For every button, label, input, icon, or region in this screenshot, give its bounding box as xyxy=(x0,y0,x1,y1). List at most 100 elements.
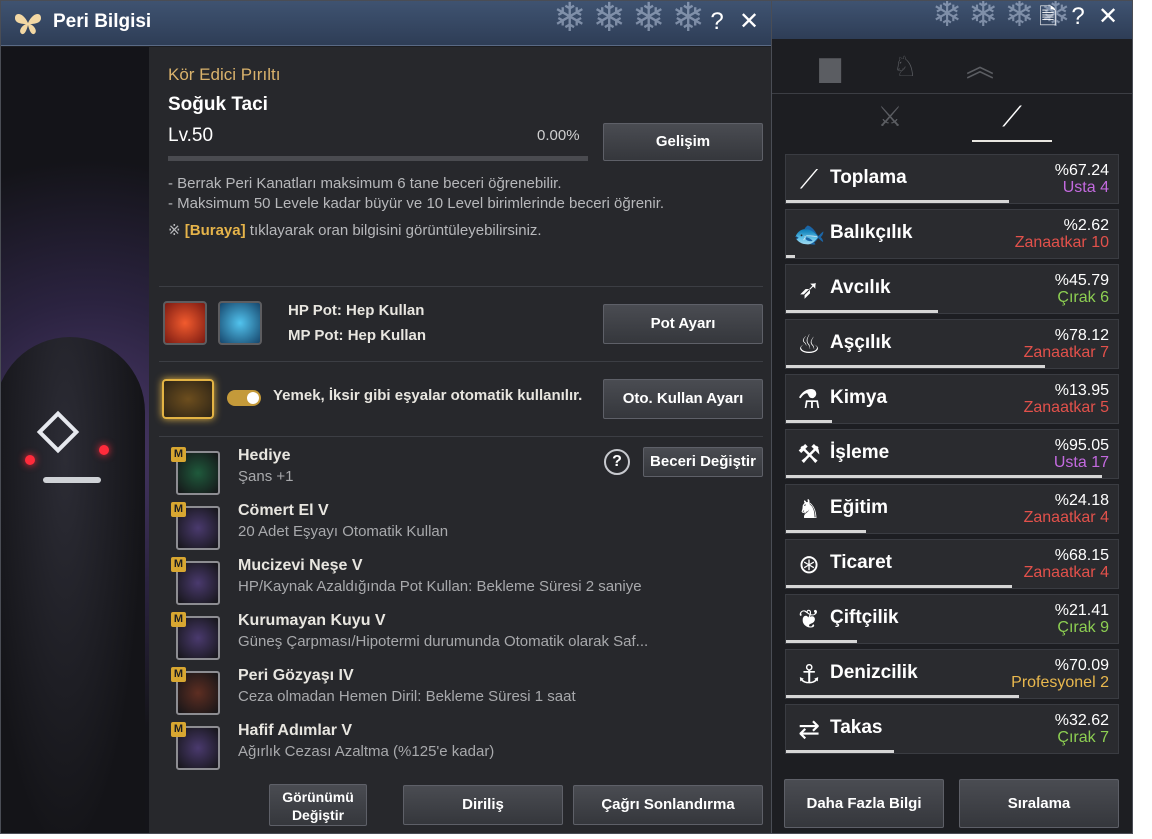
info-line: - Berrak Peri Kanatları maksimum 6 tane … xyxy=(168,175,562,192)
skill-name: Peri Gözyaşı IV xyxy=(238,667,354,684)
life-skill-row[interactable]: ❦ Çiftçilik %21.41 Çırak 9 xyxy=(785,594,1119,644)
life-skill-percent: %24.18 xyxy=(1054,492,1109,509)
rank-level: 7 xyxy=(1100,729,1109,746)
divider xyxy=(159,436,763,437)
end-summon-button[interactable]: Çağrı Sonlandırma xyxy=(573,785,763,825)
life-skill-row[interactable]: 🐟 Balıkçılık %2.62 Zanaatkar 10 xyxy=(785,209,1119,259)
skill-description: 20 Adet Eşyayı Otomatik Kullan xyxy=(238,523,449,540)
combat-tab-icon[interactable]: ♘ xyxy=(885,49,925,85)
skill-item[interactable]: M Mucizevi Neşe V HP/Kaynak Azaldığında Po… xyxy=(171,557,731,607)
life-skill-rank: Zanaatkar 10 xyxy=(1015,234,1109,252)
anchor-icon: ⚓ xyxy=(797,659,821,689)
life-skill-rank: Çırak 6 xyxy=(1057,289,1109,307)
skill-item[interactable]: M Hafif Adımlar V Ağırlık Cezası Azaltma (… xyxy=(171,722,731,772)
change-appearance-button[interactable]: Görünümü Değiştir xyxy=(269,784,367,826)
life-skill-row[interactable]: ⚒ İşleme %95.05 Usta 17 xyxy=(785,429,1119,479)
window-title: Peri Bilgisi xyxy=(53,11,152,32)
eye-icon xyxy=(25,455,35,465)
skill-description: Şans +1 xyxy=(238,468,294,485)
life-skill-percent: %45.79 xyxy=(1054,272,1109,289)
eye-icon xyxy=(99,445,109,455)
hp-potion-icon[interactable] xyxy=(163,301,207,345)
skill-name: Hafif Adımlar V xyxy=(238,722,353,739)
skill-description: Güneş Çarpması/Hipotermi durumunda Otoma… xyxy=(238,633,649,650)
close-button[interactable]: ✕ xyxy=(1094,3,1122,31)
life-skill-progress-bar xyxy=(786,310,939,313)
help-button[interactable]: ? xyxy=(1064,3,1092,31)
info-line: - Maksimum 50 Levele kadar büyür ve 10 L… xyxy=(168,195,665,212)
skill-item[interactable]: M Cömert El V 20 Adet Eşyayı Otomatik Kull… xyxy=(171,502,731,552)
life-skill-row[interactable]: ♞ Eğitim %24.18 Zanaatkar 4 xyxy=(785,484,1119,534)
auto-use-toggle[interactable] xyxy=(227,390,261,406)
fairy-progress-text: 0.00% xyxy=(537,127,580,144)
rank-level: 2 xyxy=(1100,674,1109,691)
skill-name: Cömert El V xyxy=(238,502,329,519)
rank-title: Usta xyxy=(1053,454,1087,471)
life-skill-progress-bar xyxy=(786,420,833,423)
change-appearance-label: Görünümü xyxy=(282,789,354,805)
life-skill-name: Kimya xyxy=(830,387,888,408)
skill-item[interactable]: M Hediye Şans +1 xyxy=(171,447,731,497)
life-skill-row[interactable]: ⚓ Denizcilik %70.09 Profesyonel 2 xyxy=(785,649,1119,699)
life-skill-row[interactable]: ♨ Aşçılık %78.12 Zanaatkar 7 xyxy=(785,319,1119,369)
skill-name: Kurumayan Kuyu V xyxy=(238,612,386,629)
life-skills-tab-icon[interactable]: ⟋ xyxy=(992,99,1032,135)
life-skill-name: Balıkçılık xyxy=(830,222,913,243)
life-skill-progress-bar xyxy=(786,750,895,753)
divider xyxy=(159,286,763,287)
fairy-name: Soğuk Taci xyxy=(168,94,268,115)
change-appearance-label: Değiştir xyxy=(291,807,345,823)
rank-level: 5 xyxy=(1100,399,1109,416)
rank-tab-icon[interactable]: ︽ xyxy=(960,49,1000,85)
rate-info-link[interactable]: [Buraya] xyxy=(185,222,246,239)
life-skill-percent: %13.95 xyxy=(1054,382,1109,399)
ranking-button[interactable]: Sıralama xyxy=(959,779,1119,828)
mp-potion-icon[interactable] xyxy=(218,301,262,345)
fairy-details-panel: Kör Edici Pırıltı Soğuk Taci Lv.50 0.00%… xyxy=(149,47,771,833)
title-bar[interactable]: ❄❄❄❄ 🗎 ? ✕ xyxy=(772,1,1132,39)
document-icon[interactable]: 🗎 xyxy=(1034,3,1062,31)
life-skill-progress-bar xyxy=(786,530,867,533)
rank-level: 4 xyxy=(1100,179,1109,196)
grow-button[interactable]: Gelişim xyxy=(603,123,763,161)
exchange-icon: ⇄ xyxy=(798,714,820,744)
potion-settings-button[interactable]: Pot Ayarı xyxy=(603,304,763,344)
combat-skills-tab-icon[interactable]: ⚔ xyxy=(870,99,910,135)
rank-title: Zanaatkar xyxy=(1023,344,1096,361)
more-info-button[interactable]: Daha Fazla Bilgi xyxy=(784,779,944,828)
help-button[interactable]: ? xyxy=(703,8,731,36)
note-text: tıklayarak oran bilgisini görüntüleyebil… xyxy=(249,222,542,239)
life-skill-row[interactable]: ➶ Avcılık %45.79 Çırak 6 xyxy=(785,264,1119,314)
skill-item[interactable]: M Kurumayan Kuyu V Güneş Çarpması/Hipoterm… xyxy=(171,612,731,662)
life-skill-rank: Profesyonel 2 xyxy=(1011,674,1109,692)
close-button[interactable]: ✕ xyxy=(735,8,763,36)
fairy-portrait xyxy=(1,47,149,833)
life-skill-row[interactable]: ⇄ Takas %32.62 Çırak 7 xyxy=(785,704,1119,754)
life-skill-row[interactable]: ⊛ Ticaret %68.15 Zanaatkar 4 xyxy=(785,539,1119,589)
life-skill-rank: Zanaatkar 4 xyxy=(1024,564,1109,582)
fairy-info-window: ❄❄❄❄ Peri Bilgisi ? ✕ Kör Edici Pırıltı … xyxy=(0,0,772,834)
auto-use-settings-button[interactable]: Oto. Kullan Ayarı xyxy=(603,379,763,419)
skill-item[interactable]: M Peri Gözyaşı IV Ceza olmadan Hemen Diril… xyxy=(171,667,731,717)
stats-tab-icon[interactable]: ▆ xyxy=(810,49,850,85)
life-skill-rank: Çırak 9 xyxy=(1057,619,1109,637)
divider xyxy=(159,361,763,362)
life-skill-row[interactable]: ⟋ Toplama %67.24 Usta 4 xyxy=(785,154,1119,204)
life-skill-name: Eğitim xyxy=(830,497,889,518)
auto-use-icon xyxy=(162,379,214,419)
life-skill-percent: %95.05 xyxy=(1054,437,1109,454)
title-bar[interactable]: ❄❄❄❄ Peri Bilgisi ? ✕ xyxy=(1,1,771,46)
snowflake-decoration: ❄❄❄❄ xyxy=(552,0,711,40)
rank-title: Zanaatkar xyxy=(1023,399,1096,416)
rank-title: Çırak xyxy=(1057,729,1096,746)
life-skill-percent: %78.12 xyxy=(1054,327,1109,344)
skill-name: Hediye xyxy=(238,447,291,464)
rune-icon xyxy=(36,410,80,454)
rank-title: Çırak xyxy=(1057,619,1096,636)
rank-title: Zanaatkar xyxy=(1023,509,1096,526)
life-skill-rank: Zanaatkar 7 xyxy=(1024,344,1109,362)
life-skill-row[interactable]: ⚗ Kimya %13.95 Zanaatkar 5 xyxy=(785,374,1119,424)
revive-button[interactable]: Diriliş xyxy=(403,785,563,825)
fish-icon: 🐟 xyxy=(793,219,826,249)
rank-level: 6 xyxy=(1100,289,1109,306)
